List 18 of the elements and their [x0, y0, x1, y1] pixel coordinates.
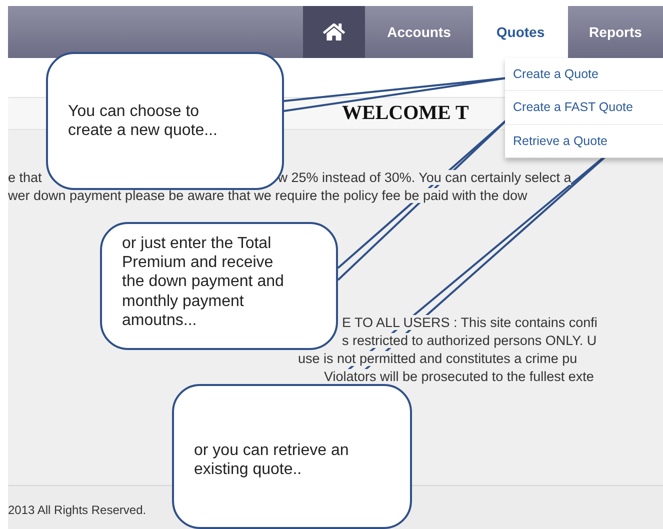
- menu-item[interactable]: Create a FAST Quote: [505, 91, 663, 125]
- callout-bubble: or just enter the Total Premium and receive the down payment and monthly payment amoutns...: [100, 222, 338, 350]
- nav-tab[interactable]: Reports: [568, 6, 663, 58]
- notice-text: E TO ALL USERS : This site contains confi: [342, 315, 598, 330]
- nav-tab[interactable]: Quotes: [473, 6, 568, 58]
- copyright-text: 2013 All Rights Reserved.: [8, 502, 146, 516]
- intro-text: wer down payment please be aware that we require the policy fee be paid with the dow: [8, 188, 528, 203]
- home-tab[interactable]: [303, 6, 365, 58]
- home-icon: [323, 21, 345, 43]
- nav-tab[interactable]: Accounts: [365, 6, 473, 58]
- notice-text: s restricted to authorized persons ONLY. U: [342, 333, 597, 348]
- welcome-heading: WELCOME T: [342, 102, 469, 125]
- notice-text: use is not permitted and constitutes a crime pu: [298, 351, 578, 366]
- intro-text: e that: [8, 170, 42, 185]
- callout-bubble: or you can retrieve an existing quote..: [172, 384, 412, 529]
- menu-item[interactable]: Create a Quote: [505, 58, 663, 92]
- menu-item[interactable]: Retrieve a Quote: [505, 124, 663, 158]
- notice-text: Violators will be prosecuted to the fullest exte: [324, 369, 594, 384]
